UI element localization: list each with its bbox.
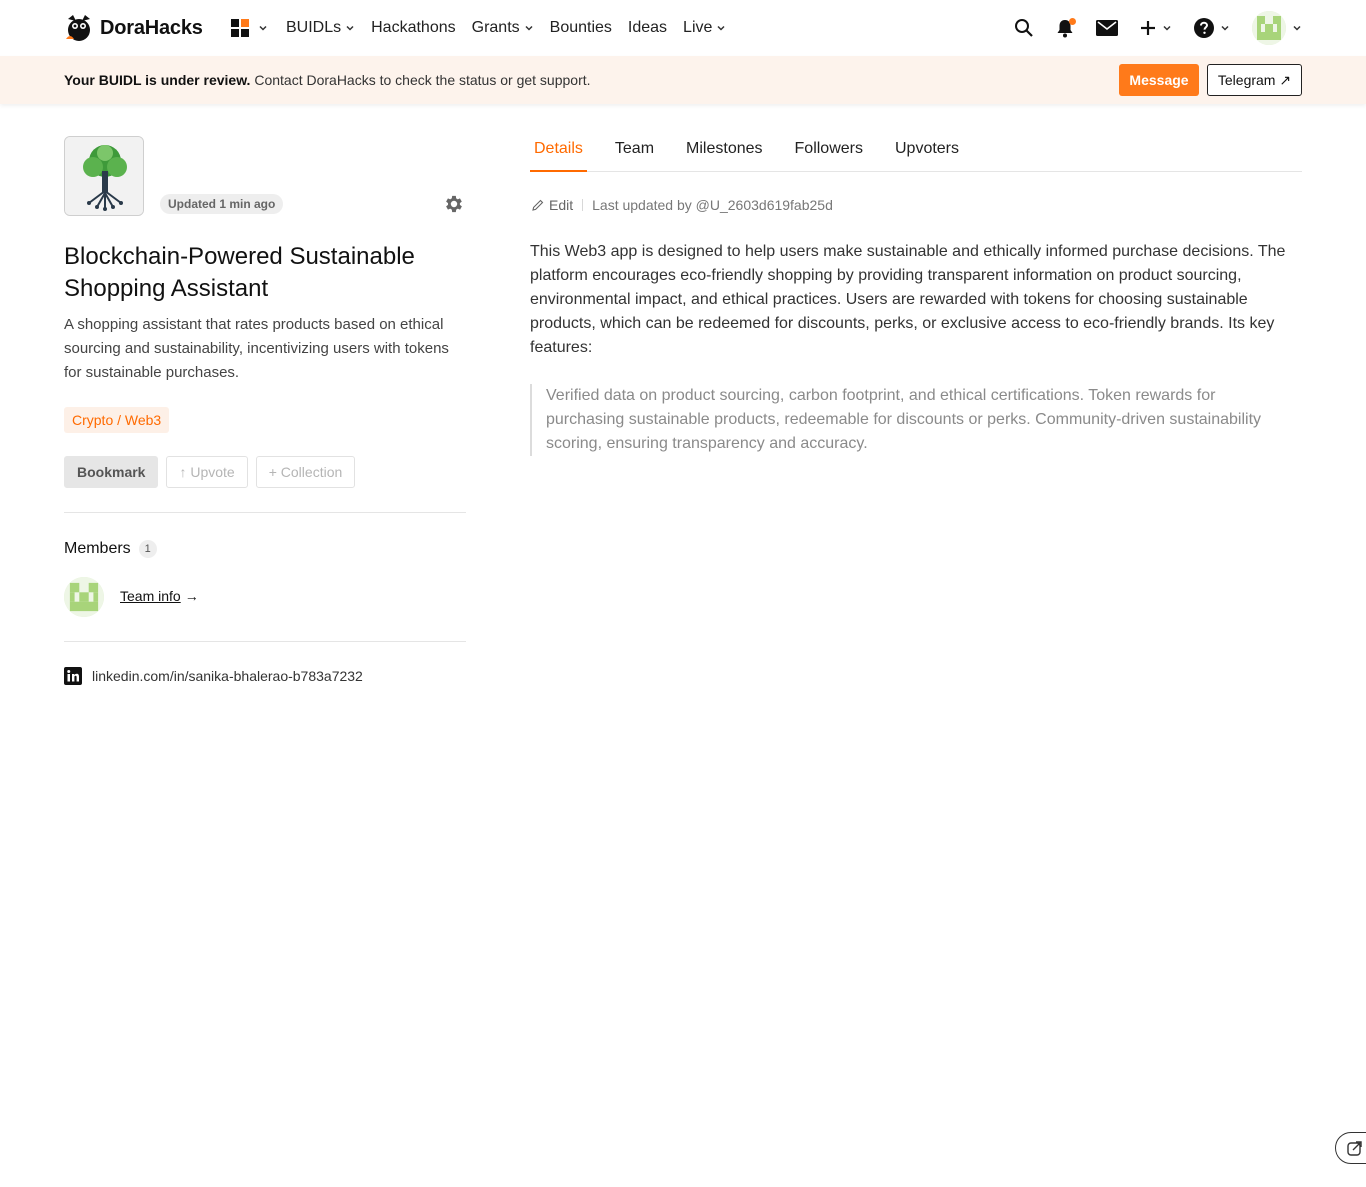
plus-icon <box>1141 21 1155 35</box>
notifications-button[interactable] <box>1056 18 1076 38</box>
nav-buidls[interactable]: BUIDLs <box>286 19 355 37</box>
team-info-link[interactable]: Team info <box>120 588 181 604</box>
notification-dot <box>1069 18 1076 25</box>
team-info-link-wrap: Team info → <box>120 588 199 606</box>
chevron-down-icon <box>525 25 533 31</box>
dorahacks-logo[interactable]: DoraHacks <box>64 13 203 43</box>
message-button[interactable]: Message <box>1119 64 1199 96</box>
nav-buidls-label: BUIDLs <box>286 19 342 36</box>
members-heading-label: Members <box>64 540 131 557</box>
top-navbar: DoraHacks BUIDLs Hackathons Grants Bount… <box>0 0 1366 56</box>
nav-ideas-label: Ideas <box>627 19 668 36</box>
nav-grants[interactable]: Grants <box>472 19 534 37</box>
tab-followers[interactable]: Followers <box>791 140 867 172</box>
mail-icon <box>1096 20 1118 36</box>
divider <box>64 641 466 642</box>
search-icon <box>1015 19 1033 37</box>
members-heading: Members 1 <box>64 540 157 558</box>
identicon-icon <box>64 577 104 617</box>
brand-name: DoraHacks <box>100 16 203 39</box>
last-updated-text: Last updated by @U_2603d619fab25d <box>592 197 833 213</box>
project-description: A shopping assistant that rates products… <box>64 316 449 381</box>
edit-button[interactable]: Edit <box>532 197 573 213</box>
edit-label: Edit <box>549 197 574 213</box>
user-menu[interactable] <box>1252 11 1302 45</box>
tree-logo-icon <box>65 137 143 215</box>
owl-logo-icon <box>66 15 90 41</box>
nav-bounties-label: Bounties <box>549 19 612 36</box>
details-body: This Web3 app is designed to help users … <box>530 243 1286 356</box>
project-logo <box>64 136 144 216</box>
project-title: Blockchain-Powered Sustainable Shopping … <box>64 243 415 302</box>
messages-button[interactable] <box>1096 20 1118 36</box>
help-menu[interactable] <box>1194 18 1230 38</box>
category-tag[interactable]: Crypto / Web3 <box>64 407 170 433</box>
project-actions: Bookmark ↑ Upvote + Collection <box>64 456 356 488</box>
search-button[interactable] <box>1014 18 1034 38</box>
settings-button[interactable] <box>443 193 465 215</box>
share-float-button[interactable] <box>1335 1132 1366 1164</box>
tab-team[interactable]: Team <box>611 140 658 172</box>
apps-menu[interactable] <box>230 18 268 38</box>
bookmark-button[interactable]: Bookmark <box>64 456 159 488</box>
upvote-button[interactable]: ↑ Upvote <box>166 456 248 488</box>
chevron-down-icon <box>259 25 267 31</box>
avatar <box>1252 11 1286 45</box>
apps-grid-icon <box>231 19 249 37</box>
chevron-down-icon <box>717 25 725 31</box>
banner-strong-text: Your BUIDL is under review. <box>64 72 251 88</box>
nav-actions <box>992 0 1302 56</box>
member-row: Team info → <box>64 577 199 617</box>
nav-bounties[interactable]: Bounties <box>550 19 612 37</box>
updated-badge: Updated 1 min ago <box>160 194 284 214</box>
chevron-down-icon <box>1293 25 1301 31</box>
banner-message: Your BUIDL is under review. Contact Dora… <box>64 72 591 88</box>
linkedin-icon <box>64 667 82 685</box>
project-tabs: Details Team Milestones Followers Upvote… <box>530 140 1302 172</box>
add-collection-button[interactable]: + Collection <box>255 456 356 488</box>
linkedin-row[interactable]: linkedin.com/in/sanika-bhalerao-b783a723… <box>64 667 363 685</box>
divider <box>64 512 466 513</box>
chevron-down-icon <box>1163 25 1171 31</box>
nav-hackathons[interactable]: Hackathons <box>371 19 456 37</box>
nav-ideas[interactable]: Ideas <box>628 19 667 37</box>
banner-body-text: Contact DoraHacks to check the status or… <box>250 72 591 88</box>
pencil-icon <box>532 199 544 211</box>
tab-milestones[interactable]: Milestones <box>682 140 766 172</box>
main-nav: BUIDLs Hackathons Grants Bounties Ideas … <box>230 0 742 56</box>
telegram-button[interactable]: Telegram ↗ <box>1207 64 1302 96</box>
arrow-right-icon: → <box>184 588 199 604</box>
separator <box>582 199 584 211</box>
nav-live-label: Live <box>683 19 713 36</box>
help-icon <box>1194 18 1214 38</box>
edit-row: Edit Last updated by @U_2603d619fab25d <box>532 197 833 213</box>
nav-grants-label: Grants <box>471 19 520 36</box>
gear-icon <box>446 195 462 213</box>
tab-upvoters[interactable]: Upvoters <box>891 140 963 172</box>
members-count-badge: 1 <box>138 540 157 558</box>
tab-details[interactable]: Details <box>530 140 587 172</box>
nav-hackathons-label: Hackathons <box>371 19 456 36</box>
chevron-down-icon <box>346 25 354 31</box>
nav-live[interactable]: Live <box>683 19 726 37</box>
linkedin-link[interactable]: linkedin.com/in/sanika-bhalerao-b783a723… <box>92 668 363 684</box>
features-quote: Verified data on product sourcing, carbo… <box>530 384 1290 456</box>
chevron-down-icon <box>1221 25 1229 31</box>
identicon-icon <box>1252 11 1286 45</box>
create-menu[interactable] <box>1140 20 1172 36</box>
share-icon <box>1347 1141 1362 1156</box>
member-avatar[interactable] <box>64 577 104 617</box>
